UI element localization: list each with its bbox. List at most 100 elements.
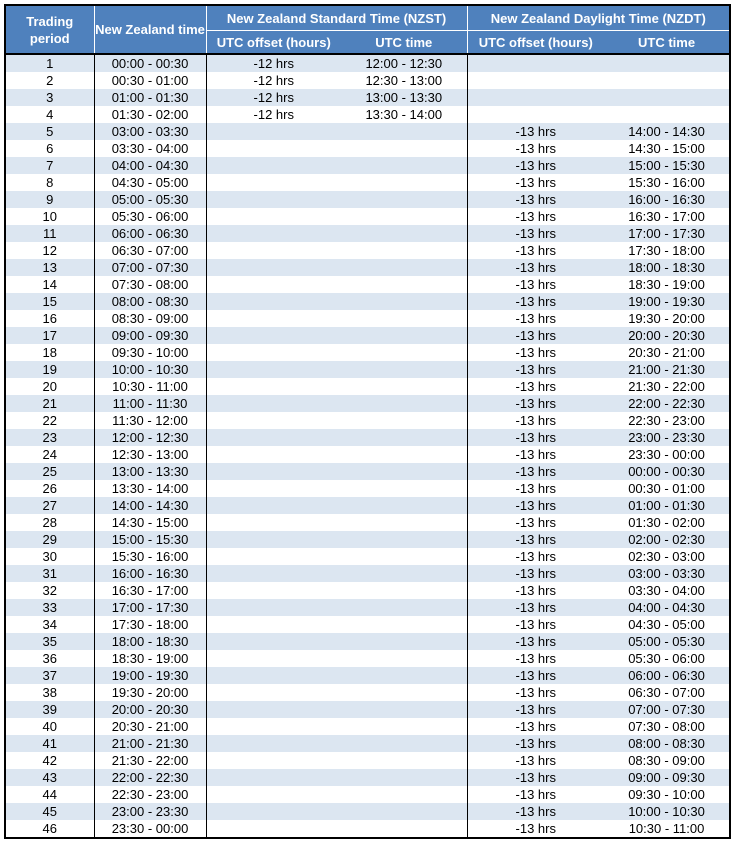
cell-nzst-utc-time	[341, 650, 468, 667]
cell-nz-time: 19:30 - 20:00	[93, 684, 206, 701]
cell-nz-time: 07:00 - 07:30	[93, 259, 206, 276]
cell-nzst-utc-offset: -12 hrs	[205, 106, 341, 123]
cell-trading-period: 38	[5, 684, 94, 701]
cell-trading-period: 16	[5, 310, 94, 327]
cell-trading-period: 39	[5, 701, 94, 718]
header-nzst-group: New Zealand Standard Time (NZST)	[205, 5, 468, 31]
cell-nzdt-utc-time: 19:00 - 19:30	[604, 293, 731, 310]
cell-nz-time: 14:30 - 15:00	[93, 514, 206, 531]
cell-nzst-utc-time	[341, 429, 468, 446]
table-row: 10 05:30 - 06:00 -13 hrs 16:30 - 17:00	[5, 208, 731, 225]
cell-nzdt-utc-time: 23:30 - 00:00	[604, 446, 731, 463]
table-row: 32 16:30 - 17:00 -13 hrs 03:30 - 04:00	[5, 582, 731, 599]
cell-nzst-utc-offset	[205, 327, 341, 344]
table-row: 2 00:30 - 01:00 -12 hrs 12:30 - 13:00	[5, 72, 731, 89]
cell-nz-time: 13:30 - 14:00	[93, 480, 206, 497]
cell-nzdt-utc-offset: -13 hrs	[466, 701, 605, 718]
cell-nzst-utc-offset	[205, 293, 341, 310]
cell-nzst-utc-offset	[205, 667, 341, 684]
header-nzdt-utc-time: UTC time	[604, 30, 731, 55]
cell-trading-period: 43	[5, 769, 94, 786]
cell-nzst-utc-time	[341, 786, 468, 803]
cell-trading-period: 13	[5, 259, 94, 276]
table-row: 40 20:30 - 21:00 -13 hrs 07:30 - 08:00	[5, 718, 731, 735]
cell-nz-time: 03:00 - 03:30	[93, 123, 206, 140]
cell-nz-time: 17:00 - 17:30	[93, 599, 206, 616]
cell-nzdt-utc-time	[604, 72, 731, 89]
table-row: 38 19:30 - 20:00 -13 hrs 06:30 - 07:00	[5, 684, 731, 701]
cell-nz-time: 16:30 - 17:00	[93, 582, 206, 599]
table-row: 3 01:00 - 01:30 -12 hrs 13:00 - 13:30	[5, 89, 731, 106]
cell-nzdt-utc-offset: -13 hrs	[466, 378, 605, 395]
cell-nzdt-utc-time: 17:30 - 18:00	[604, 242, 731, 259]
cell-nz-time: 15:30 - 16:00	[93, 548, 206, 565]
cell-trading-period: 40	[5, 718, 94, 735]
cell-nz-time: 21:30 - 22:00	[93, 752, 206, 769]
header-trading-period: Trading period	[5, 5, 94, 55]
table-row: 33 17:00 - 17:30 -13 hrs 04:00 - 04:30	[5, 599, 731, 616]
cell-nzdt-utc-offset: -13 hrs	[466, 718, 605, 735]
cell-nzst-utc-offset	[205, 276, 341, 293]
cell-nz-time: 05:30 - 06:00	[93, 208, 206, 225]
cell-trading-period: 12	[5, 242, 94, 259]
cell-nzst-utc-offset: -12 hrs	[205, 89, 341, 106]
cell-nz-time: 09:00 - 09:30	[93, 327, 206, 344]
cell-nzdt-utc-offset: -13 hrs	[466, 463, 605, 480]
table-row: 19 10:00 - 10:30 -13 hrs 21:00 - 21:30	[5, 361, 731, 378]
cell-nzdt-utc-time: 14:30 - 15:00	[604, 140, 731, 157]
cell-nzdt-utc-offset: -13 hrs	[466, 514, 605, 531]
cell-trading-period: 41	[5, 735, 94, 752]
cell-trading-period: 1	[5, 54, 94, 72]
cell-nzdt-utc-offset: -13 hrs	[466, 786, 605, 803]
cell-nzst-utc-time	[341, 616, 468, 633]
cell-trading-period: 2	[5, 72, 94, 89]
cell-nzdt-utc-time: 03:00 - 03:30	[604, 565, 731, 582]
cell-nzst-utc-offset	[205, 616, 341, 633]
cell-nz-time: 04:30 - 05:00	[93, 174, 206, 191]
cell-nzst-utc-offset	[205, 701, 341, 718]
cell-nzst-utc-offset	[205, 684, 341, 701]
cell-nzst-utc-time	[341, 599, 468, 616]
cell-nz-time: 11:00 - 11:30	[93, 395, 206, 412]
cell-trading-period: 18	[5, 344, 94, 361]
cell-nzdt-utc-time: 20:00 - 20:30	[604, 327, 731, 344]
header-nzdt-utc-offset: UTC offset (hours)	[466, 30, 605, 55]
cell-nzst-utc-offset	[205, 735, 341, 752]
cell-trading-period: 42	[5, 752, 94, 769]
cell-trading-period: 5	[5, 123, 94, 140]
table-row: 26 13:30 - 14:00 -13 hrs 00:30 - 01:00	[5, 480, 731, 497]
cell-nzst-utc-time	[341, 395, 468, 412]
cell-trading-period: 26	[5, 480, 94, 497]
cell-trading-period: 19	[5, 361, 94, 378]
header-nzst-utc-offset: UTC offset (hours)	[205, 30, 341, 55]
cell-nzdt-utc-time: 05:30 - 06:00	[604, 650, 731, 667]
cell-nzst-utc-offset	[205, 531, 341, 548]
cell-nzst-utc-time	[341, 463, 468, 480]
cell-nzst-utc-offset	[205, 157, 341, 174]
cell-nzdt-utc-time: 22:00 - 22:30	[604, 395, 731, 412]
cell-trading-period: 45	[5, 803, 94, 820]
table-row: 39 20:00 - 20:30 -13 hrs 07:00 - 07:30	[5, 701, 731, 718]
table-row: 16 08:30 - 09:00 -13 hrs 19:30 - 20:00	[5, 310, 731, 327]
cell-nzdt-utc-time: 03:30 - 04:00	[604, 582, 731, 599]
cell-nzdt-utc-offset	[466, 106, 605, 123]
cell-nzdt-utc-time: 09:00 - 09:30	[604, 769, 731, 786]
cell-nz-time: 18:00 - 18:30	[93, 633, 206, 650]
cell-nzdt-utc-time: 10:30 - 11:00	[604, 820, 731, 838]
table-row: 5 03:00 - 03:30 -13 hrs 14:00 - 14:30	[5, 123, 731, 140]
cell-nz-time: 15:00 - 15:30	[93, 531, 206, 548]
cell-nzdt-utc-offset: -13 hrs	[466, 123, 605, 140]
cell-nzst-utc-offset	[205, 361, 341, 378]
table-row: 30 15:30 - 16:00 -13 hrs 02:30 - 03:00	[5, 548, 731, 565]
cell-nzst-utc-time: 13:00 - 13:30	[341, 89, 468, 106]
cell-nzdt-utc-offset: -13 hrs	[466, 361, 605, 378]
cell-trading-period: 9	[5, 191, 94, 208]
table-row: 7 04:00 - 04:30 -13 hrs 15:00 - 15:30	[5, 157, 731, 174]
cell-nzdt-utc-offset: -13 hrs	[466, 157, 605, 174]
cell-nzdt-utc-time: 21:30 - 22:00	[604, 378, 731, 395]
table-row: 46 23:30 - 00:00 -13 hrs 10:30 - 11:00	[5, 820, 731, 838]
cell-nzst-utc-offset	[205, 174, 341, 191]
cell-trading-period: 33	[5, 599, 94, 616]
cell-nzdt-utc-offset: -13 hrs	[466, 548, 605, 565]
cell-nzdt-utc-offset: -13 hrs	[466, 582, 605, 599]
